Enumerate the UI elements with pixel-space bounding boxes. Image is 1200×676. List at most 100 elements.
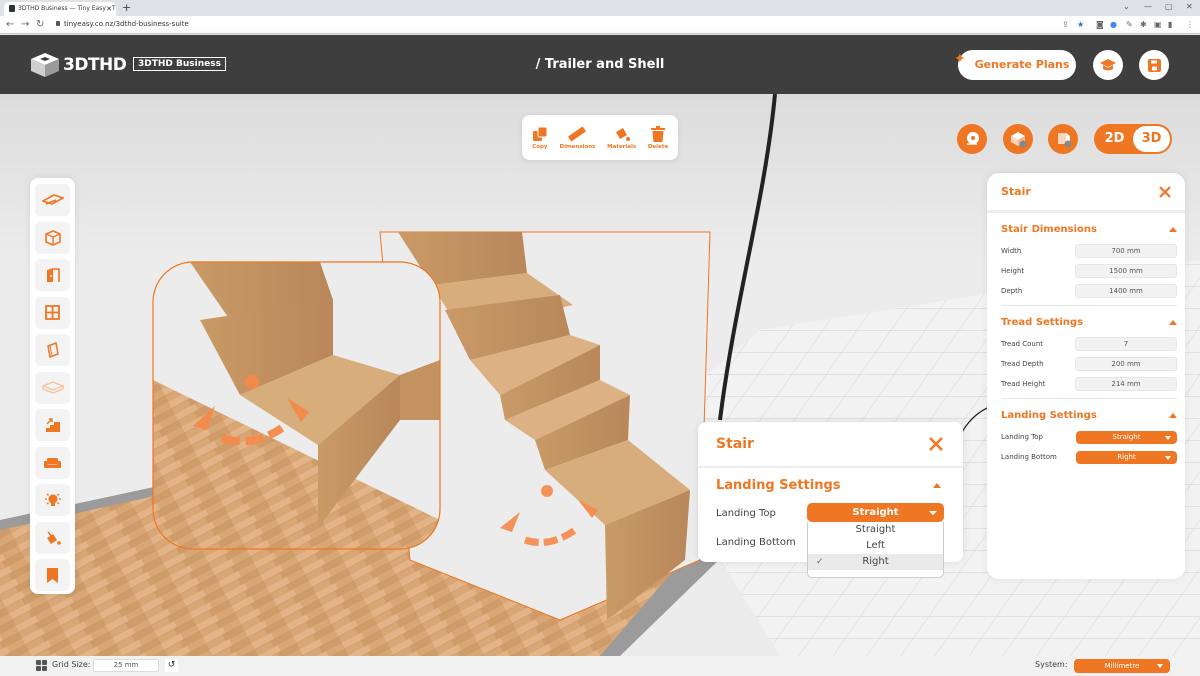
window-icon <box>45 305 60 320</box>
collapse-icon[interactable] <box>1169 319 1177 325</box>
object-toolbar: Copy Dimensions Materials Delete <box>522 115 678 160</box>
trash-icon <box>650 125 665 142</box>
tread-settings-section: Tread Settings Tread Count 7 Tread Depth 2… <box>987 310 1185 399</box>
grid-icon <box>36 660 47 671</box>
browser-tab[interactable]: 3DTHD Business — Tiny Easy - T ✕ <box>4 2 116 16</box>
new-tab-button[interactable]: + <box>122 1 131 14</box>
sidebar-item-saved[interactable] <box>35 559 70 591</box>
unit-system-select[interactable]: Millimetre <box>1074 659 1170 673</box>
depth-input[interactable]: 1400 mm <box>1075 284 1177 298</box>
grid-size-label: Grid Size: <box>52 660 91 669</box>
sidebar-item-walls[interactable] <box>35 334 70 366</box>
grid-size-input[interactable]: 25 mm <box>93 659 159 672</box>
bookmark-star-icon[interactable]: ★ <box>1077 20 1084 29</box>
camera-icon[interactable]: ◙ <box>1096 20 1104 29</box>
sidebar-item-floor[interactable] <box>35 371 70 404</box>
width-input[interactable]: 700 mm <box>1075 244 1177 258</box>
view-2d-option[interactable]: 2D <box>1096 126 1133 152</box>
dimensions-button[interactable]: Dimensions <box>560 126 595 150</box>
landing-top-label: Landing Top <box>1001 433 1043 441</box>
tread-height-input[interactable]: 214 mm <box>1075 377 1177 391</box>
divider <box>1001 398 1177 399</box>
generate-plans-button[interactable]: ✦ Generate Plans <box>954 50 1076 80</box>
extension-blue-icon[interactable]: ● <box>1110 20 1117 29</box>
caret-down-icon <box>1165 455 1171 460</box>
app-header: 3DTHD 3DTHD Business / Trailer and Shell… <box>0 35 1200 94</box>
materials-button[interactable]: Materials <box>607 126 636 150</box>
tutorial-button[interactable] <box>1093 50 1123 80</box>
collapse-icon[interactable] <box>1169 412 1177 418</box>
sidebar-item-stairs[interactable] <box>35 409 70 441</box>
sidebar-item-paint[interactable] <box>35 521 70 554</box>
trailer-icon <box>41 194 64 205</box>
sidebar-item-lighting[interactable] <box>35 484 70 516</box>
tab-close-icon[interactable]: ✕ <box>106 5 112 13</box>
tab-title: 3DTHD Business — Tiny Easy - T <box>18 5 116 12</box>
tread-settings-header[interactable]: Tread Settings <box>1001 310 1177 334</box>
landing-settings-header[interactable]: Landing Settings <box>1001 403 1177 427</box>
collapse-icon[interactable] <box>933 482 941 488</box>
dropdown-option-right[interactable]: ✓ Right <box>808 554 943 570</box>
share-icon[interactable]: ⇪ <box>1062 20 1069 29</box>
close-window-button[interactable]: ✕ <box>1186 2 1193 11</box>
callout-section-title: Landing Settings <box>716 477 841 493</box>
close-icon[interactable] <box>1159 185 1171 198</box>
floor-icon <box>41 380 64 394</box>
wall-panel-icon <box>46 342 59 358</box>
height-label: Height <box>1001 267 1025 275</box>
toggle-roof-button[interactable] <box>1003 124 1033 154</box>
url-field[interactable]: tinyeasy.co.nz/3dthd-business-suite <box>56 20 189 28</box>
save-button[interactable] <box>1139 50 1169 80</box>
stair-dimensions-header[interactable]: Stair Dimensions <box>1001 217 1177 241</box>
dropdown-option-straight[interactable]: Straight <box>808 522 943 538</box>
back-icon[interactable]: ← <box>6 19 14 30</box>
callout-landing-top-label: Landing Top <box>716 508 776 519</box>
callout-landing-top-select[interactable]: Straight <box>807 503 944 522</box>
toggle-walls-button[interactable] <box>1048 124 1078 154</box>
sidebar-item-doors[interactable] <box>35 259 70 291</box>
tab-favicon-icon <box>9 5 15 12</box>
measure-tape-icon <box>967 132 979 145</box>
landing-settings-section: Landing Settings Landing Top Straight Lan… <box>987 403 1185 467</box>
panel-title: Stair <box>1001 185 1031 198</box>
reset-icon[interactable]: ↺ <box>165 659 178 672</box>
copy-button[interactable]: Copy <box>532 126 548 150</box>
bookmark-icon <box>47 567 58 583</box>
sidebar-item-shell[interactable] <box>35 221 70 254</box>
tab-search-icon[interactable]: ⌄ <box>1123 2 1130 11</box>
delete-button[interactable]: Delete <box>648 125 668 150</box>
extensions-puzzle-icon[interactable]: ✱ <box>1140 20 1147 29</box>
view-mode-toggle[interactable]: 2D 3D <box>1094 124 1172 154</box>
reload-icon[interactable]: ↻ <box>36 19 44 30</box>
tread-depth-label: Tread Depth <box>1001 360 1044 368</box>
profile-icon[interactable]: ▮ <box>1168 20 1172 29</box>
bottom-status-bar: Grid Size: 25 mm ↺ System: Millimetre <box>0 656 1200 676</box>
minimize-button[interactable]: — <box>1144 2 1152 11</box>
forward-icon[interactable]: → <box>21 19 29 30</box>
dropdown-option-left[interactable]: Left <box>808 538 943 554</box>
maximize-button[interactable]: ▢ <box>1165 2 1173 11</box>
light-bulb-icon <box>44 493 61 506</box>
sidebar-item-windows[interactable] <box>35 296 70 329</box>
view-3d-option[interactable]: 3D <box>1133 126 1170 152</box>
height-input[interactable]: 1500 mm <box>1075 264 1177 278</box>
collapse-icon[interactable] <box>1169 226 1177 232</box>
landing-bottom-select[interactable]: Right <box>1076 450 1177 464</box>
tread-depth-input[interactable]: 200 mm <box>1075 357 1177 371</box>
door-icon <box>46 268 60 282</box>
measure-button[interactable] <box>957 124 987 154</box>
callout-title: Stair <box>716 436 754 452</box>
sparkle-icon: ✦ <box>954 51 966 67</box>
menu-icon[interactable]: ⋮ <box>1186 20 1194 29</box>
landing-top-select[interactable]: Straight <box>1076 430 1177 444</box>
close-icon[interactable] <box>929 437 943 451</box>
sidebar-item-furniture[interactable] <box>35 446 70 479</box>
tread-height-label: Tread Height <box>1001 380 1046 388</box>
pen-icon[interactable]: ✎ <box>1126 20 1133 29</box>
sidebar-item-trailer[interactable] <box>35 184 70 216</box>
tread-count-label: Tread Count <box>1001 340 1044 348</box>
checkmark-icon: ✓ <box>816 557 824 567</box>
walls-hide-icon <box>1058 133 1072 148</box>
tread-count-input[interactable]: 7 <box>1075 337 1177 351</box>
sidebar-icon[interactable]: ▣ <box>1154 20 1162 29</box>
